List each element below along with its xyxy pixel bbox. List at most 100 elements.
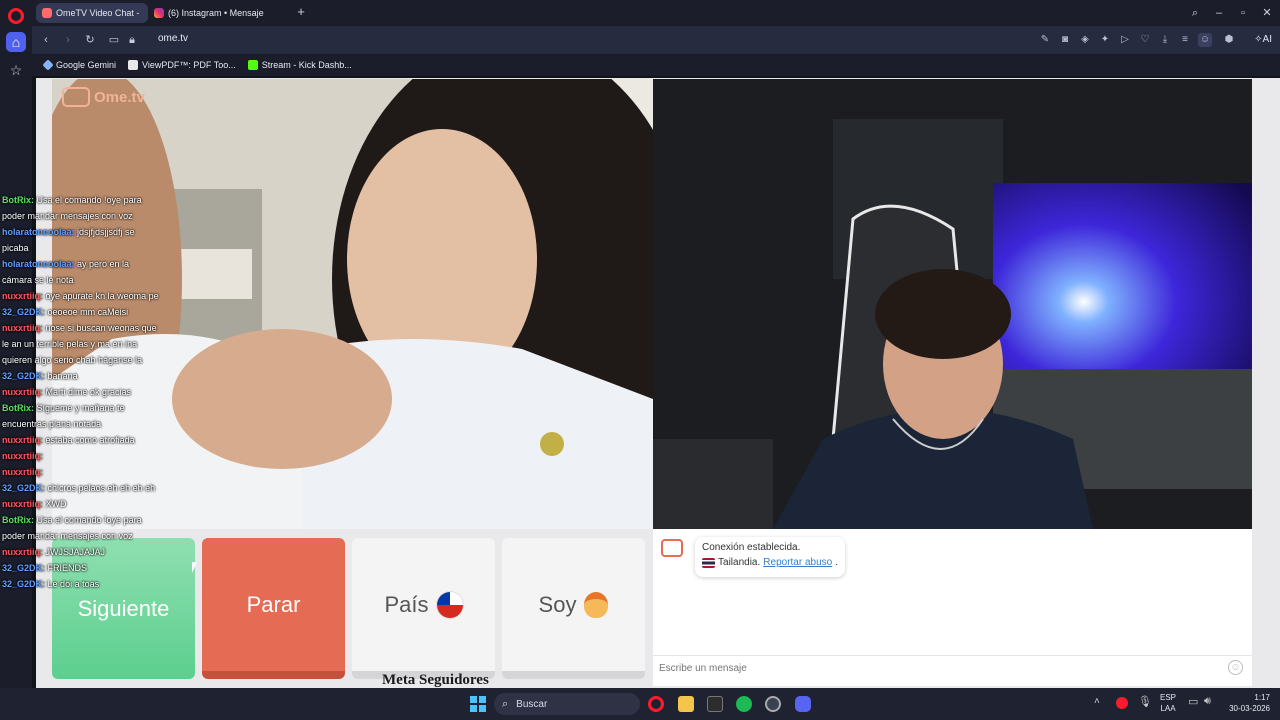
chat-username[interactable]: 32_G2DK: — [2, 563, 45, 573]
chat-username[interactable]: 32_G2DK: — [2, 307, 45, 317]
tab-label: OmeTV Video Chat - — [56, 8, 140, 18]
tab-snapshot-icon[interactable]: ▭ — [106, 32, 122, 48]
download-icon[interactable]: ⤓ — [1158, 33, 1172, 47]
close-icon[interactable]: ✕ — [1258, 4, 1276, 22]
chat-username[interactable]: nuxxrtiiq: — [2, 547, 43, 557]
bookmark-label: Google Gemini — [56, 60, 117, 70]
clock[interactable]: 1:17 30-03-2026 — [1222, 692, 1270, 714]
ai-label: AI — [1262, 34, 1272, 45]
report-abuse-link[interactable]: Reportar abuso — [763, 557, 832, 568]
emoji-icon[interactable]: ☺ — [1228, 660, 1243, 675]
gemini-icon — [42, 59, 54, 71]
tab-instagram[interactable]: (6) Instagram • Mensajes — [148, 3, 264, 23]
kick-icon — [247, 60, 258, 70]
discord-icon[interactable] — [795, 696, 811, 712]
cube-icon[interactable]: ⬢ — [1222, 33, 1236, 47]
lock-icon[interactable]: 🔒︎ — [124, 32, 140, 48]
tab-strip: OmeTV Video Chat - (6) Instagram • Mensa… — [32, 0, 1280, 26]
folder-icon[interactable] — [678, 696, 694, 712]
profile-icon[interactable]: ☺ — [1198, 33, 1212, 47]
stop-label: Parar — [246, 591, 301, 617]
start-icon[interactable] — [470, 696, 486, 712]
chat-text: JWJSJAJAJAJ — [45, 547, 106, 557]
chat-message: 32_G2DK: oeoeoe mm caMeisi — [0, 304, 160, 320]
connection-country: Tailandia. — [718, 557, 761, 568]
country-button[interactable]: País — [352, 538, 495, 679]
stop-button[interactable]: Parar — [202, 538, 345, 679]
chat-username[interactable]: holaratoncoolaa: — [2, 259, 75, 269]
stream-chat-overlay: BotRix: Usa el comando !oye para poder m… — [0, 192, 160, 688]
chat-message: nuxxrtiiq: nose si buscan weonas que le … — [0, 320, 160, 368]
search-tabs-icon[interactable]: ⌕ — [1186, 4, 1204, 22]
message-input[interactable] — [659, 659, 1219, 677]
bookmark-label: ViewPDF™: PDF Too... — [142, 60, 236, 70]
minimize-icon[interactable]: – — [1210, 4, 1228, 22]
chat-username[interactable]: BotRix: — [2, 403, 34, 413]
chat-username[interactable]: BotRix: — [2, 195, 34, 205]
gender-button[interactable]: Soy — [502, 538, 645, 679]
chat-username[interactable]: 32_G2DK: — [2, 371, 45, 381]
heart-icon[interactable]: ♡ — [1138, 33, 1152, 47]
ometv-chat-panel: Conexión establecida. Tailandia. Reporta… — [653, 529, 1252, 686]
volume-icon[interactable]: 🔊︎ — [1204, 695, 1211, 708]
chat-username[interactable]: nuxxrtiiq: — [2, 451, 43, 461]
network-icon[interactable]: ▭ — [1188, 695, 1198, 708]
chat-text: chicros pelaos eh eh eh eh — [47, 483, 156, 493]
new-tab-icon[interactable]: + — [294, 5, 308, 19]
tab-label: (6) Instagram • Mensajes — [168, 8, 264, 18]
chat-message: BotRix: Sígueme y mañana te encuentras p… — [0, 400, 160, 432]
opera-taskbar-icon[interactable] — [648, 696, 664, 712]
connection-status: Conexión establecida. — [702, 542, 801, 553]
chat-username[interactable]: nuxxrtiiq: — [2, 435, 43, 445]
chat-username[interactable]: 32_G2DK: — [2, 483, 45, 493]
app-icon[interactable] — [765, 696, 781, 712]
extension-icon[interactable]: ✦ — [1098, 33, 1112, 47]
chat-username[interactable]: 32_G2DK: — [2, 579, 45, 589]
clock-date: 30-03-2026 — [1229, 704, 1270, 713]
tab-ometv[interactable]: OmeTV Video Chat - — [36, 3, 148, 23]
chat-username[interactable]: nuxxrtiiq: — [2, 499, 43, 509]
pdf-icon — [128, 60, 139, 70]
tray-app-icon[interactable] — [1116, 697, 1128, 709]
chat-message: BotRix: Usa el comando !oye para poder m… — [0, 192, 160, 224]
chat-username[interactable]: nuxxrtiiq: — [2, 291, 43, 301]
spotify-icon[interactable] — [736, 696, 752, 712]
language-indicator[interactable]: ESP LAA — [1160, 692, 1176, 714]
url-field[interactable]: ome.tv — [158, 33, 188, 44]
instagram-favicon-icon — [154, 8, 164, 18]
star-icon[interactable]: ☆ — [6, 60, 26, 80]
chat-text: XWD — [45, 499, 67, 509]
maximize-icon[interactable]: ▫ — [1234, 4, 1252, 22]
camera-icon[interactable]: ◙ — [1058, 33, 1072, 47]
tray-chevron-icon[interactable]: ˄ — [1094, 696, 1100, 707]
bookmark-viewpdf[interactable]: ViewPDF™: PDF Too... — [128, 60, 236, 70]
chat-message: nuxxrtiiq: XWD — [0, 496, 160, 512]
taskbar-search[interactable]: ⌕ Buscar — [494, 693, 640, 715]
windows-taskbar: ⌕ Buscar ˄ 🎙︎ ESP LAA ▭ 🔊︎ 1:17 30-03-20… — [0, 688, 1280, 720]
mouse-cursor-icon — [192, 562, 202, 573]
chat-username[interactable]: BotRix: — [2, 515, 34, 525]
opera-logo-icon[interactable] — [8, 8, 24, 24]
menu-icon[interactable]: ≡ — [1178, 33, 1192, 47]
country-label: País — [384, 591, 429, 617]
forward-icon[interactable]: › — [60, 32, 76, 48]
chat-username[interactable]: nuxxrtiiq: — [2, 323, 43, 333]
chat-username[interactable]: nuxxrtiiq: — [2, 467, 43, 477]
bookmark-kick[interactable]: Stream - Kick Dashb... — [247, 60, 352, 70]
search-icon: ⌕ — [502, 697, 509, 710]
bookmark-gemini[interactable]: Google Gemini — [42, 59, 117, 71]
chat-text: Le doi a toas — [47, 579, 100, 589]
microphone-icon[interactable]: 🎙︎ — [1138, 695, 1152, 708]
ometv-logo-icon — [62, 87, 90, 107]
chat-username[interactable]: holaratoncoolaa: — [2, 227, 75, 237]
play-icon[interactable]: ▷ — [1118, 33, 1132, 47]
epic-games-icon[interactable] — [707, 696, 723, 712]
edit-icon[interactable]: ✎ — [1038, 33, 1052, 47]
back-icon[interactable]: ‹ — [38, 32, 54, 48]
ai-button[interactable]: ✧AI — [1250, 31, 1276, 49]
reload-icon[interactable]: ↻ — [82, 32, 98, 48]
shield-icon[interactable]: ◈ — [1078, 33, 1092, 47]
chat-username[interactable]: nuxxrtiiq: — [2, 387, 43, 397]
home-icon[interactable]: ⌂ — [6, 32, 26, 52]
chile-flag-icon — [436, 591, 463, 618]
